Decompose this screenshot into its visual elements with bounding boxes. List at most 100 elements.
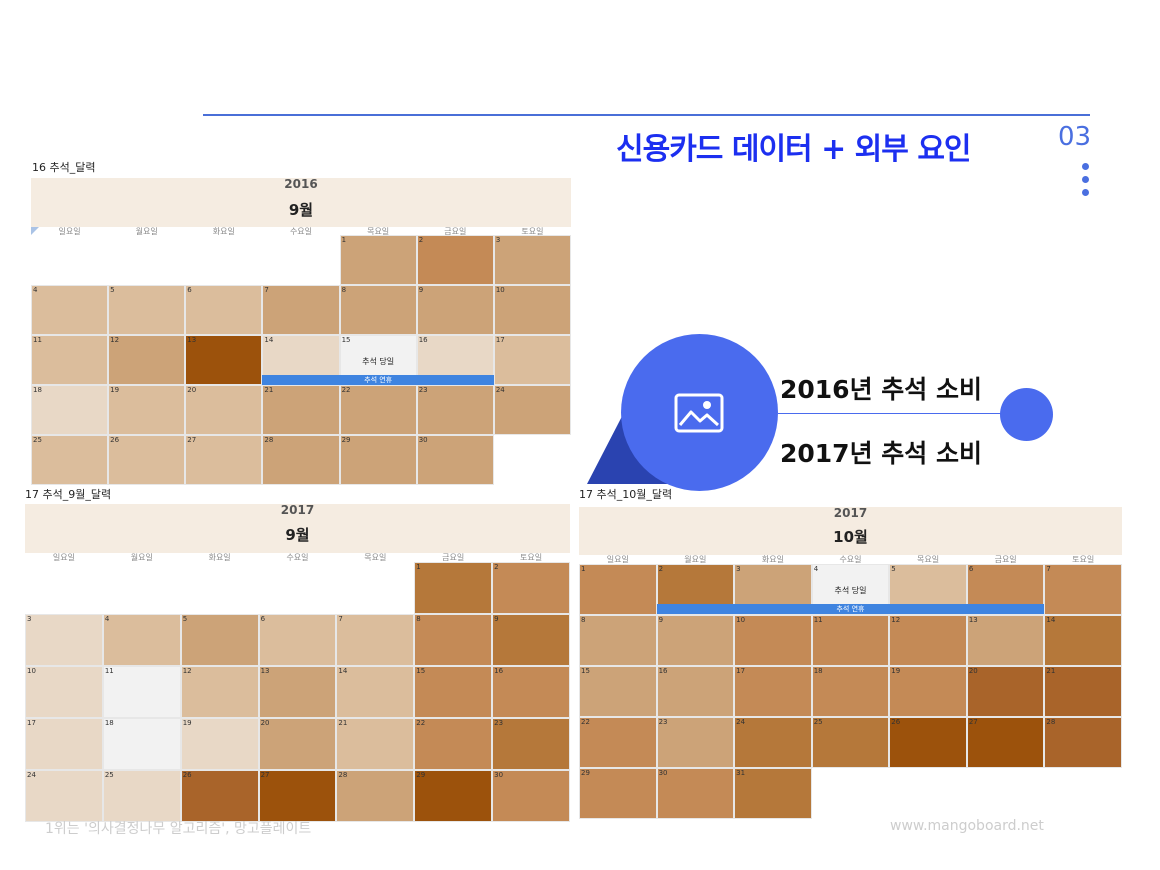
- calendar-day-cell[interactable]: 29: [414, 770, 493, 822]
- day-number: 30: [418, 436, 428, 444]
- calendar-day-cell[interactable]: 8: [579, 615, 657, 666]
- calendar-month: 9월: [288, 201, 314, 219]
- calendar-day-cell[interactable]: 14: [1044, 615, 1122, 666]
- calendar-day-cell[interactable]: 25: [811, 717, 890, 768]
- calendar-day-cell[interactable]: 8: [414, 614, 493, 666]
- calendar-day-cell[interactable]: 17: [493, 335, 571, 385]
- day-number: 26: [182, 771, 192, 779]
- calendar-day-cell[interactable]: 24: [25, 770, 103, 822]
- calendar-day-cell[interactable]: 19: [180, 718, 259, 770]
- calendar-day-cell[interactable]: 21: [262, 385, 340, 435]
- calendar-day-cell[interactable]: 14: [336, 666, 415, 718]
- calendar-day-cell[interactable]: 31: [734, 768, 812, 819]
- calendar-day-cell[interactable]: 3: [25, 614, 103, 666]
- calendar-day-cell[interactable]: 2: [416, 235, 494, 285]
- day-number: 15: [341, 336, 351, 344]
- calendar-day-cell[interactable]: 30: [656, 768, 735, 819]
- calendar-day-cell[interactable]: 1: [579, 564, 657, 615]
- calendar-day-cell[interactable]: 3: [493, 235, 571, 285]
- day-number: 19: [110, 386, 120, 394]
- calendar-day-cell[interactable]: 6: [258, 614, 337, 666]
- calendar-day-cell[interactable]: 9: [416, 285, 494, 335]
- calendar-day-cell[interactable]: 18: [811, 666, 890, 717]
- calendar-day-cell[interactable]: 10: [734, 615, 812, 666]
- calendar-day-cell[interactable]: 13: [966, 615, 1045, 666]
- calendar-day-cell[interactable]: 26: [108, 435, 186, 485]
- day-number: 27: [187, 436, 197, 444]
- calendar-day-cell[interactable]: 27: [966, 717, 1045, 768]
- calendar-day-cell[interactable]: 16: [656, 666, 735, 717]
- calendar-day-cell[interactable]: 20: [185, 385, 263, 435]
- calendar-day-cell[interactable]: 20: [966, 666, 1045, 717]
- calendar-day-cell[interactable]: 4: [102, 614, 181, 666]
- calendar-day-cell[interactable]: 9: [492, 614, 570, 666]
- calendar-day-cell[interactable]: 25: [31, 435, 109, 485]
- weekday-header: 월요일: [135, 227, 158, 236]
- calendar-day-cell[interactable]: 7: [336, 614, 415, 666]
- calendar-day-cell[interactable]: 11: [102, 666, 181, 718]
- calendar-day-cell[interactable]: 30: [492, 770, 570, 822]
- day-number: 25: [813, 718, 823, 726]
- calendar-day-cell[interactable]: 28: [262, 435, 340, 485]
- calendar-day-cell[interactable]: 9: [656, 615, 735, 666]
- calendar-day-cell[interactable]: 24: [493, 385, 571, 435]
- calendar-day-cell[interactable]: 13: [258, 666, 337, 718]
- calendar-day-cell[interactable]: 15: [414, 666, 493, 718]
- calendar-day-cell[interactable]: 12: [108, 335, 186, 385]
- calendar-day-cell[interactable]: 25: [102, 770, 181, 822]
- day-number: 29: [581, 769, 590, 777]
- day-number: 17: [736, 667, 746, 675]
- calendar-day-cell[interactable]: 23: [656, 717, 735, 768]
- calendar-day-cell[interactable]: 5: [108, 285, 186, 335]
- calendar-day-cell[interactable]: 18: [102, 718, 181, 770]
- calendar-day-cell[interactable]: 27: [185, 435, 263, 485]
- calendar-day-cell[interactable]: 30: [416, 435, 494, 485]
- calendar-day-cell[interactable]: 12: [889, 615, 967, 666]
- calendar-day-cell[interactable]: 22: [414, 718, 493, 770]
- calendar-day-cell[interactable]: 19: [889, 666, 967, 717]
- calendar-day-cell[interactable]: 4: [31, 285, 109, 335]
- calendar-day-cell[interactable]: 26: [180, 770, 259, 822]
- calendar-day-cell[interactable]: 13: [185, 335, 263, 385]
- calendar-day-cell[interactable]: 1: [414, 562, 493, 614]
- calendar-day-cell[interactable]: 22: [579, 717, 657, 768]
- calendar-day-cell[interactable]: 19: [108, 385, 186, 435]
- calendar-day-cell[interactable]: 11: [31, 335, 109, 385]
- calendar-day-cell[interactable]: 18: [31, 385, 109, 435]
- day-number: 4: [813, 565, 819, 573]
- day-number: 18: [813, 667, 823, 675]
- calendar-day-cell[interactable]: 11: [811, 615, 890, 666]
- calendar-day-cell[interactable]: 29: [579, 768, 657, 819]
- day-number: 15: [581, 667, 590, 675]
- calendar-day-cell[interactable]: 1: [339, 235, 417, 285]
- calendar-day-cell[interactable]: 17: [25, 718, 103, 770]
- calendar-day-cell[interactable]: 7: [1044, 564, 1122, 615]
- calendar-day-cell[interactable]: 17: [734, 666, 812, 717]
- calendar-day-cell[interactable]: 21: [1044, 666, 1122, 717]
- calendar-day-cell[interactable]: 27: [258, 770, 337, 822]
- calendar-day-cell[interactable]: 2: [492, 562, 570, 614]
- calendar-day-cell[interactable]: 7: [262, 285, 340, 335]
- endpoint-dot: [1000, 388, 1053, 441]
- calendar-day-cell[interactable]: 22: [339, 385, 417, 435]
- calendar-day-cell[interactable]: 26: [889, 717, 967, 768]
- calendar-day-cell[interactable]: 12: [180, 666, 259, 718]
- calendar-day-cell[interactable]: 8: [339, 285, 417, 335]
- calendar-day-cell[interactable]: 20: [258, 718, 337, 770]
- calendar-day-cell[interactable]: 21: [336, 718, 415, 770]
- calendar-day-cell[interactable]: 10: [493, 285, 571, 335]
- calendar-day-cell[interactable]: 6: [185, 285, 263, 335]
- day-number: 25: [104, 771, 114, 779]
- calendar-day-cell[interactable]: 5: [180, 614, 259, 666]
- weekday-header: 수요일: [286, 553, 309, 562]
- calendar-day-cell[interactable]: 16: [492, 666, 570, 718]
- calendar-day-cell[interactable]: 29: [339, 435, 417, 485]
- calendar-day-cell[interactable]: 28: [1044, 717, 1122, 768]
- calendar-day-cell[interactable]: 10: [25, 666, 103, 718]
- calendar-day-cell[interactable]: 23: [492, 718, 570, 770]
- calendar-day-cell[interactable]: 24: [734, 717, 812, 768]
- calendar-day-cell[interactable]: 15: [579, 666, 657, 717]
- calendar-year: 2017: [280, 503, 315, 517]
- calendar-day-cell[interactable]: 28: [336, 770, 415, 822]
- calendar-day-cell[interactable]: 23: [416, 385, 494, 435]
